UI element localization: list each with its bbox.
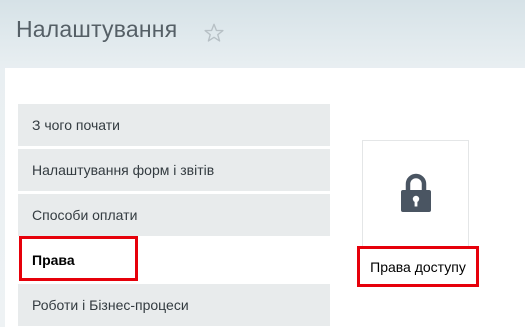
access-rights-tile[interactable] [362, 140, 469, 247]
menu-item-getting-started[interactable]: З чого почати [18, 104, 330, 146]
menu-item-rights[interactable]: Права [18, 239, 330, 281]
access-rights-link[interactable]: Права доступу [357, 246, 479, 287]
menu-item-workflows[interactable]: Роботи і Бізнес-процеси [18, 284, 330, 326]
menu-item-payment-methods[interactable]: Способи оплати [18, 194, 330, 236]
star-icon[interactable] [203, 22, 225, 44]
page-title: Налаштування [16, 16, 178, 42]
menu-item-forms-reports[interactable]: Налаштування форм і звітів [18, 149, 330, 191]
page-header: Налаштування [0, 0, 525, 66]
lock-icon [401, 173, 431, 212]
settings-menu: З чого почати Налаштування форм і звітів… [18, 104, 330, 327]
